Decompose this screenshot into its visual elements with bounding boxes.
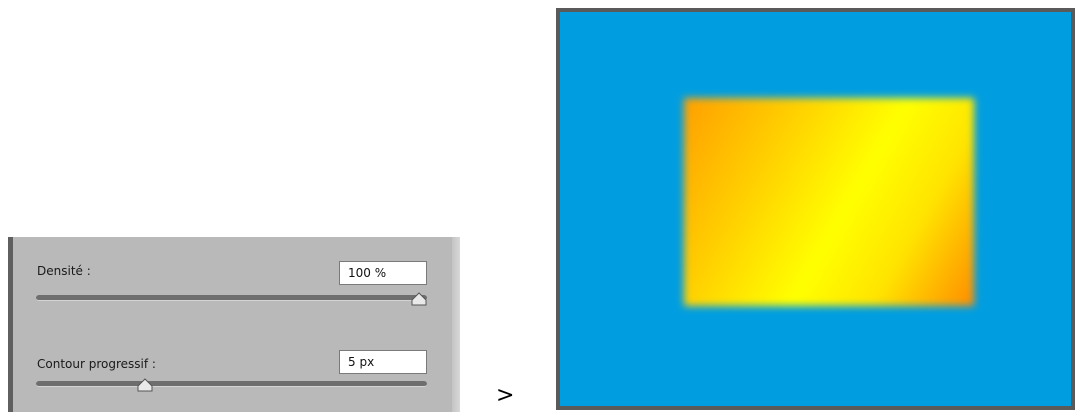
feathered-gradient-rectangle — [684, 98, 974, 306]
density-label: Densité : — [37, 264, 91, 278]
feather-slider-thumb[interactable] — [137, 378, 153, 392]
result-preview — [556, 8, 1075, 410]
mask-properties-panel: Densité : 100 % Contour progressif : 5 p… — [8, 237, 460, 412]
panel-left-border — [8, 237, 13, 412]
feather-label: Contour progressif : — [37, 357, 156, 371]
density-slider-thumb[interactable] — [411, 292, 427, 306]
feather-input[interactable]: 5 px — [339, 350, 427, 374]
density-slider-track[interactable] — [36, 295, 427, 301]
panel-right-border — [452, 237, 460, 412]
density-input[interactable]: 100 % — [339, 261, 427, 285]
feather-slider-track[interactable] — [36, 381, 427, 387]
result-arrow: > — [496, 383, 515, 408]
